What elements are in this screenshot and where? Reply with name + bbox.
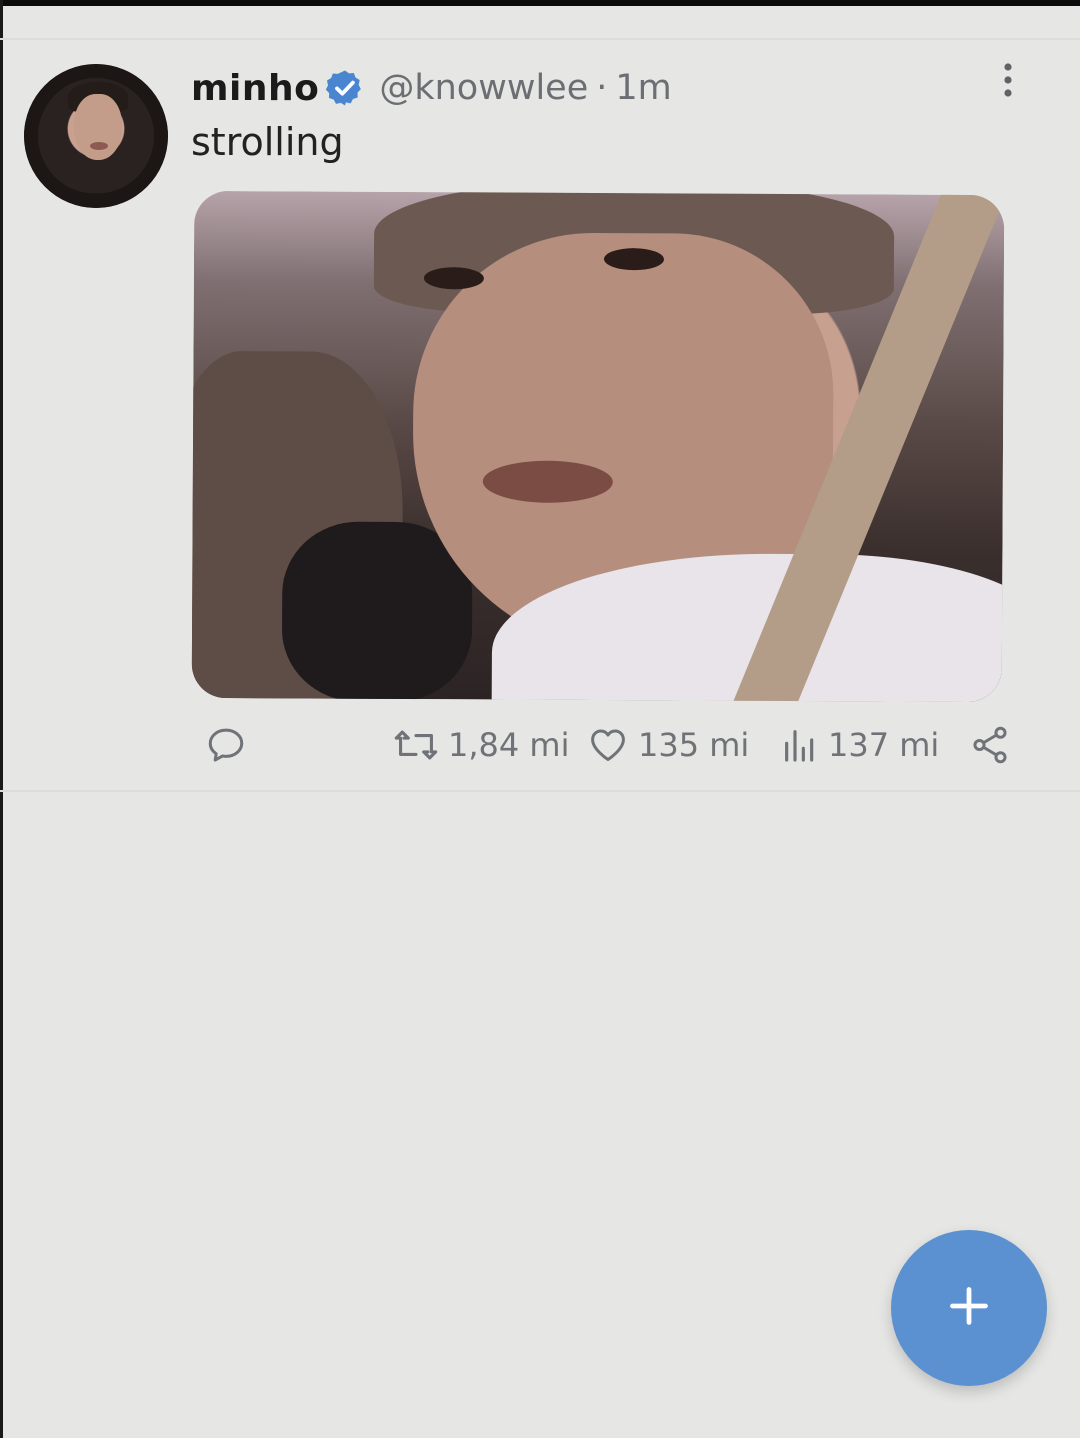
feed-divider-bottom [0,790,1080,792]
share-button[interactable] [968,720,1012,770]
reply-icon [204,724,248,766]
like-count: 135 mi [638,726,750,764]
photo-lips [482,460,613,504]
avatar-hood [24,64,168,208]
header-separator: · [596,68,608,108]
share-icon [968,724,1012,766]
tweet-timestamp[interactable]: 1m [615,68,671,108]
views-icon [780,724,820,766]
screen-top-edge [0,0,1080,6]
views-count: 137 mi [828,726,940,764]
tweet-header: minho @knowwlee · 1m [191,66,672,110]
author-avatar[interactable] [24,64,168,208]
reply-button[interactable] [204,720,248,770]
retweet-icon [392,724,440,766]
like-button[interactable]: 135 mi [586,720,749,770]
author-name[interactable]: minho [191,68,319,109]
photo-eye-right [603,248,665,271]
retweet-count: 1,84 mi [448,726,570,764]
tweet-card[interactable]: minho @knowwlee · 1m strolling 1,84 mi 1… [0,40,1080,792]
heart-icon [586,724,630,766]
plus-icon [947,1284,991,1332]
retweet-button[interactable]: 1,84 mi [392,720,569,770]
author-handle[interactable]: @knowwlee [379,68,588,108]
verified-badge-icon [325,68,365,108]
more-options-icon[interactable] [996,62,1020,98]
tweet-text: strolling [191,120,344,164]
photo-bag [281,521,473,703]
views-button[interactable]: 137 mi [780,720,939,770]
tweet-actions: 1,84 mi 135 mi 137 mi [0,720,1080,770]
compose-button[interactable] [891,1230,1047,1386]
photo-eye-left [423,267,484,290]
tweet-photo[interactable] [191,190,1005,703]
